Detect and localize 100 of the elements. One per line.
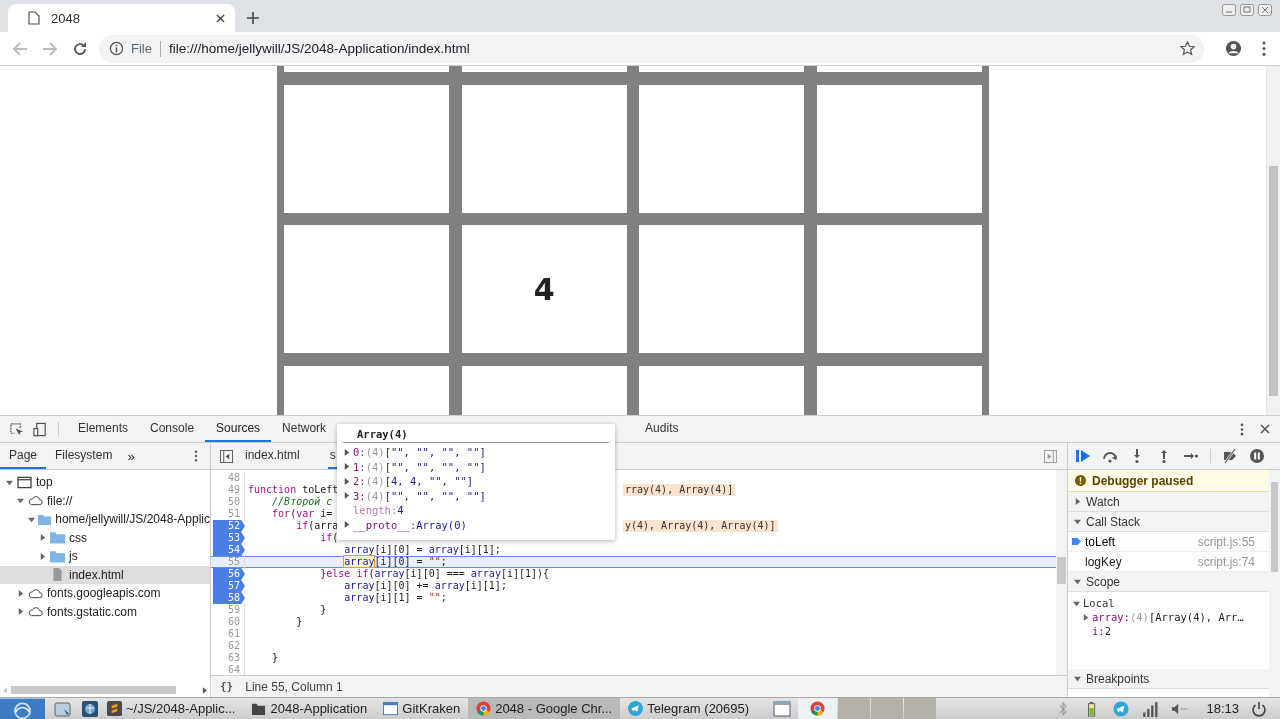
scrollbar-thumb[interactable]: [1057, 557, 1066, 584]
breakpoint-marker[interactable]: 58: [213, 592, 245, 604]
caret-right-icon[interactable]: [1082, 613, 1089, 621]
caret-right-icon[interactable]: [39, 552, 46, 560]
device-icon[interactable]: [33, 421, 48, 437]
tree-item[interactable]: top: [0, 473, 210, 492]
caret-down-icon[interactable]: [28, 515, 35, 523]
tree-item[interactable]: file://: [0, 491, 210, 510]
property-row[interactable]: 0:(4)["", "", "", ""]: [343, 445, 609, 460]
section-header[interactable]: Watch: [1068, 492, 1269, 512]
file-manager-icon[interactable]: [54, 699, 72, 718]
start-menu-icon[interactable]: [0, 697, 45, 719]
close-icon[interactable]: [1260, 424, 1270, 434]
window-icon: [383, 701, 399, 716]
info-icon[interactable]: [109, 41, 124, 56]
caret-down-icon[interactable]: [17, 497, 24, 505]
caret-down-icon[interactable]: [1074, 675, 1081, 682]
scope-group-header[interactable]: Local: [1068, 596, 1269, 610]
caret-right-icon[interactable]: [17, 608, 24, 616]
section-header[interactable]: Scope: [1068, 572, 1269, 592]
caret-right-icon[interactable]: [17, 589, 24, 597]
more-tabs-button[interactable]: »: [121, 443, 141, 469]
navigator-tab[interactable]: Filesystem: [46, 443, 122, 469]
signal-icon[interactable]: [1142, 700, 1159, 717]
scrollbar-thumb[interactable]: [1271, 482, 1278, 572]
tree-item[interactable]: fonts.googleapis.com: [0, 584, 210, 603]
tree-item[interactable]: fonts.gstatic.com: [0, 602, 210, 621]
section-header[interactable]: Breakpoints: [1068, 669, 1269, 689]
maximize-icon[interactable]: [1240, 4, 1254, 16]
tree-item[interactable]: css: [0, 528, 210, 547]
taskbar-item[interactable]: 2048-Application: [243, 698, 376, 719]
property-row[interactable]: __proto__:Array(0): [343, 517, 609, 532]
scope-variable[interactable]: array:(4)[Array(4), Arr…: [1068, 610, 1269, 624]
caret-down-icon[interactable]: [1073, 599, 1080, 607]
tree-item[interactable]: home/jellywill/JS/2048-Applic: [0, 510, 210, 529]
file-tab[interactable]: index.html: [243, 443, 310, 469]
navigator-tab[interactable]: Page: [0, 443, 47, 469]
scroll-right-icon[interactable]: [202, 686, 207, 694]
new-tab-icon[interactable]: [247, 12, 259, 24]
star-icon[interactable]: [1180, 41, 1195, 56]
scrollbar[interactable]: [1056, 470, 1067, 675]
breakpoint-marker[interactable]: 56: [213, 568, 245, 580]
breakpoint-marker[interactable]: 52: [213, 520, 245, 532]
tree-item[interactable]: index.html: [0, 565, 210, 584]
devtools-tab[interactable]: Audits: [634, 416, 690, 442]
code-line: array[i][0] = array[i][1];: [343, 544, 501, 556]
paper-plane-icon: [628, 701, 644, 716]
scrollbar-thumb[interactable]: [1269, 166, 1278, 396]
window-icon[interactable]: [773, 699, 792, 718]
browser-icon[interactable]: [810, 701, 826, 716]
taskbar-item[interactable]: Telegram (20695): [620, 698, 758, 719]
caret-right-icon[interactable]: [1074, 498, 1081, 505]
taskbar-item[interactable]: ~/JS/2048-Applic...: [99, 698, 244, 719]
toggle-debugger-icon[interactable]: [1044, 449, 1057, 463]
caret-right-icon[interactable]: [343, 521, 350, 529]
pause-icon[interactable]: [1249, 448, 1265, 464]
power-icon[interactable]: [1251, 700, 1267, 717]
inspect-icon[interactable]: [9, 421, 24, 437]
caret-down-icon[interactable]: [1074, 518, 1081, 525]
caret-right-icon[interactable]: [39, 534, 46, 542]
taskbar-item[interactable]: GitKraken: [375, 698, 469, 719]
address-bar[interactable]: File file:///home/jellywill/JS/2048-Application/index.html: [99, 34, 1204, 63]
globe-icon[interactable]: [81, 699, 99, 718]
scrollbar[interactable]: [0, 683, 210, 697]
account-icon[interactable]: [1225, 40, 1242, 57]
clock[interactable]: 18:13: [1206, 701, 1239, 716]
scrollbar[interactable]: [1269, 470, 1280, 697]
scrollbar[interactable]: [1266, 66, 1280, 415]
taskbar-item[interactable]: 2048 - Google Chr...: [468, 698, 621, 719]
devtools-tab[interactable]: Console: [139, 416, 206, 442]
reload-icon[interactable]: [72, 40, 88, 57]
property-row[interactable]: 2:(4)[4, 4, "", ""]: [343, 474, 609, 489]
menu-icon[interactable]: [1240, 422, 1244, 436]
section-header[interactable]: Call Stack: [1068, 512, 1269, 532]
cloud-icon: [28, 494, 43, 508]
paper-plane-icon[interactable]: [1113, 700, 1130, 717]
menu-icon[interactable]: [1262, 41, 1266, 56]
close-icon[interactable]: [216, 13, 225, 23]
resume-icon[interactable]: [1075, 448, 1091, 464]
devtools-tab[interactable]: Network: [271, 416, 338, 442]
menu-icon[interactable]: [194, 450, 198, 462]
browser-tab[interactable]: 2048: [8, 4, 235, 32]
caret-down-icon[interactable]: [6, 478, 13, 486]
caret-down-icon[interactable]: [1074, 578, 1081, 585]
property-row[interactable]: 3:(4)["", "", "", ""]: [343, 488, 609, 503]
toggle-navigator-icon[interactable]: [220, 449, 233, 463]
devtools-tab[interactable]: Elements: [67, 416, 140, 442]
format-button[interactable]: {}: [220, 680, 234, 693]
breakpoint-marker[interactable]: 57: [213, 580, 245, 592]
cloud-icon: [28, 605, 43, 619]
scrollbar-thumb[interactable]: [11, 686, 176, 694]
scope-variable[interactable]: i:2: [1068, 624, 1269, 638]
url-text: file:///home/jellywill/JS/2048-Application/index.html: [168, 41, 471, 56]
breakpoint-marker[interactable]: 54: [213, 544, 245, 556]
tree-item[interactable]: js: [0, 547, 210, 566]
deactivate-breakpoints-icon[interactable]: [1222, 448, 1238, 464]
property-row[interactable]: length:4: [343, 503, 609, 518]
browser-launcher[interactable]: [798, 698, 838, 719]
breakpoint-marker[interactable]: 53: [213, 532, 245, 544]
property-row[interactable]: 1:(4)["", "", "", ""]: [343, 459, 609, 474]
